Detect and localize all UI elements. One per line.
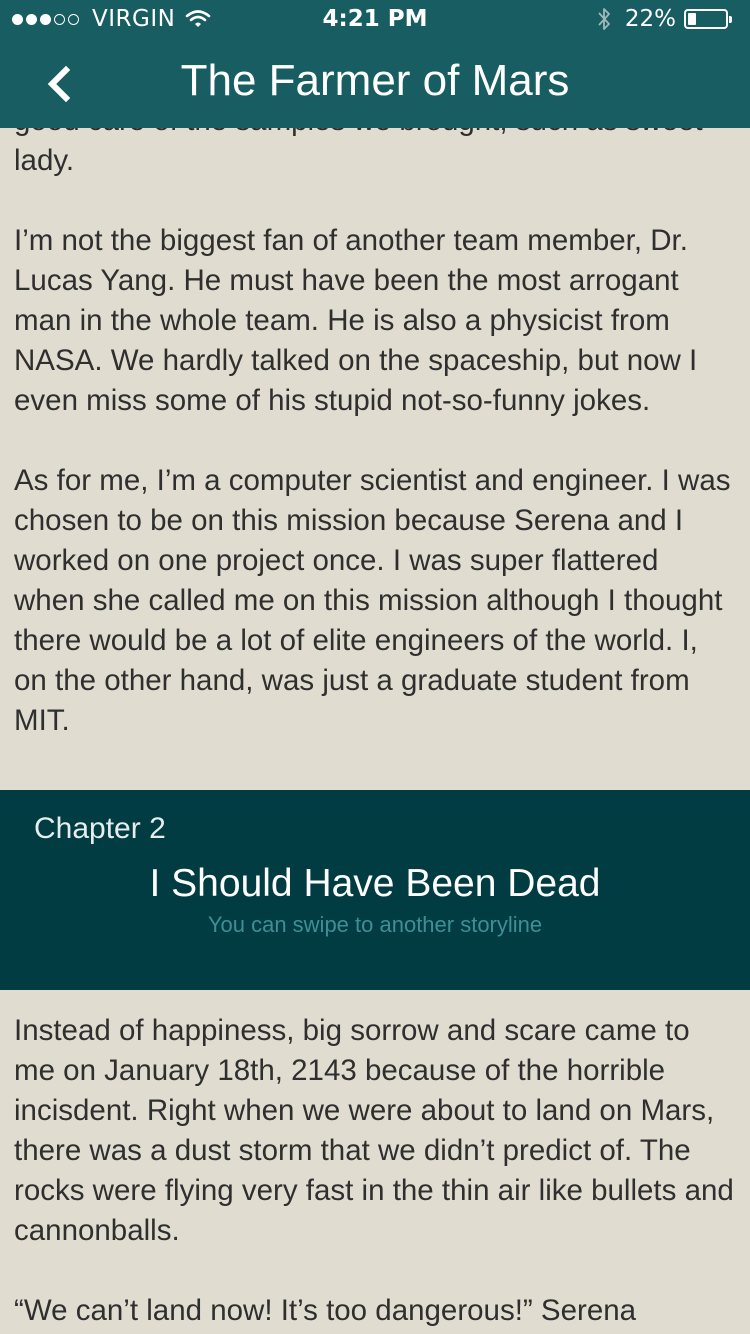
status-bar: VIRGIN 4:21 PM 22% [0,0,750,40]
story-paragraph: “We can’t land now! It’s too dangerous!”… [14,1294,637,1327]
chevron-left-icon [47,65,71,103]
battery-icon [684,9,732,29]
back-button[interactable] [30,56,86,112]
page-title: The Farmer of Mars [180,56,570,105]
battery-percent: 22% [624,6,676,32]
nav-bar: The Farmer of Mars [0,50,750,122]
swipe-hint: You can swipe to another storyline [207,912,543,937]
story-paragraph: I’m not the biggest fan of another team … [14,224,698,417]
reader-screen: good care of the samples we brought, suc… [0,0,750,1334]
battery-fill [688,13,696,25]
status-right: 22% [597,6,732,32]
story-paragraph: Instead of happiness, big sorrow and sca… [14,1014,734,1247]
chapter-title: I Should Have Been Dead [149,862,601,905]
chapter-banner[interactable]: Chapter 2 I Should Have Been Dead [0,790,750,990]
chapter-number: Chapter 2 [34,812,166,845]
story-paragraph: As for me, I’m a computer scientist and … [14,464,731,737]
story-text-top: good care of the samples we brought, suc… [0,101,750,781]
battery-cap [729,16,732,23]
top-bar: VIRGIN 4:21 PM 22% The Farmer of Mars [0,0,750,128]
story-text-bottom: Instead of happiness, big sorrow and sca… [0,1011,750,1334]
bluetooth-icon [598,8,610,30]
